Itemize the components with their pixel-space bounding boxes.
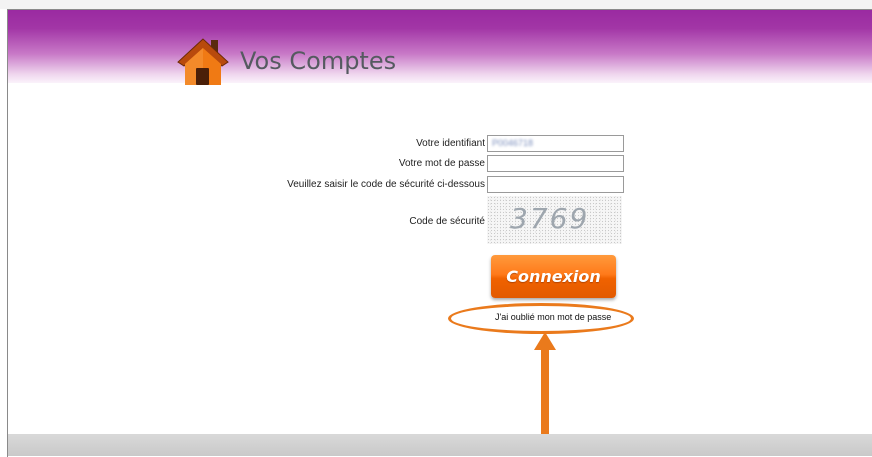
captcha-label: Code de sécurité xyxy=(409,216,485,227)
password-label: Votre mot de passe xyxy=(398,158,485,169)
captcha-input-field[interactable] xyxy=(487,176,624,193)
header-bar xyxy=(8,10,872,83)
top-strip xyxy=(0,0,872,9)
identifiant-label: Votre identifiant xyxy=(416,138,485,149)
app-title: Vos Comptes xyxy=(240,47,397,75)
captcha-code: 3769 xyxy=(510,202,590,235)
footer-bar xyxy=(8,434,872,456)
captcha-input-label: Veuillez saisir le code de sécurité ci-d… xyxy=(287,179,485,190)
identifiant-value: P0046718 xyxy=(492,138,534,148)
identifiant-field[interactable]: P0046718 xyxy=(487,135,624,152)
house-icon xyxy=(177,38,229,85)
connexion-button[interactable]: Connexion xyxy=(491,255,616,298)
password-field[interactable] xyxy=(487,155,624,172)
